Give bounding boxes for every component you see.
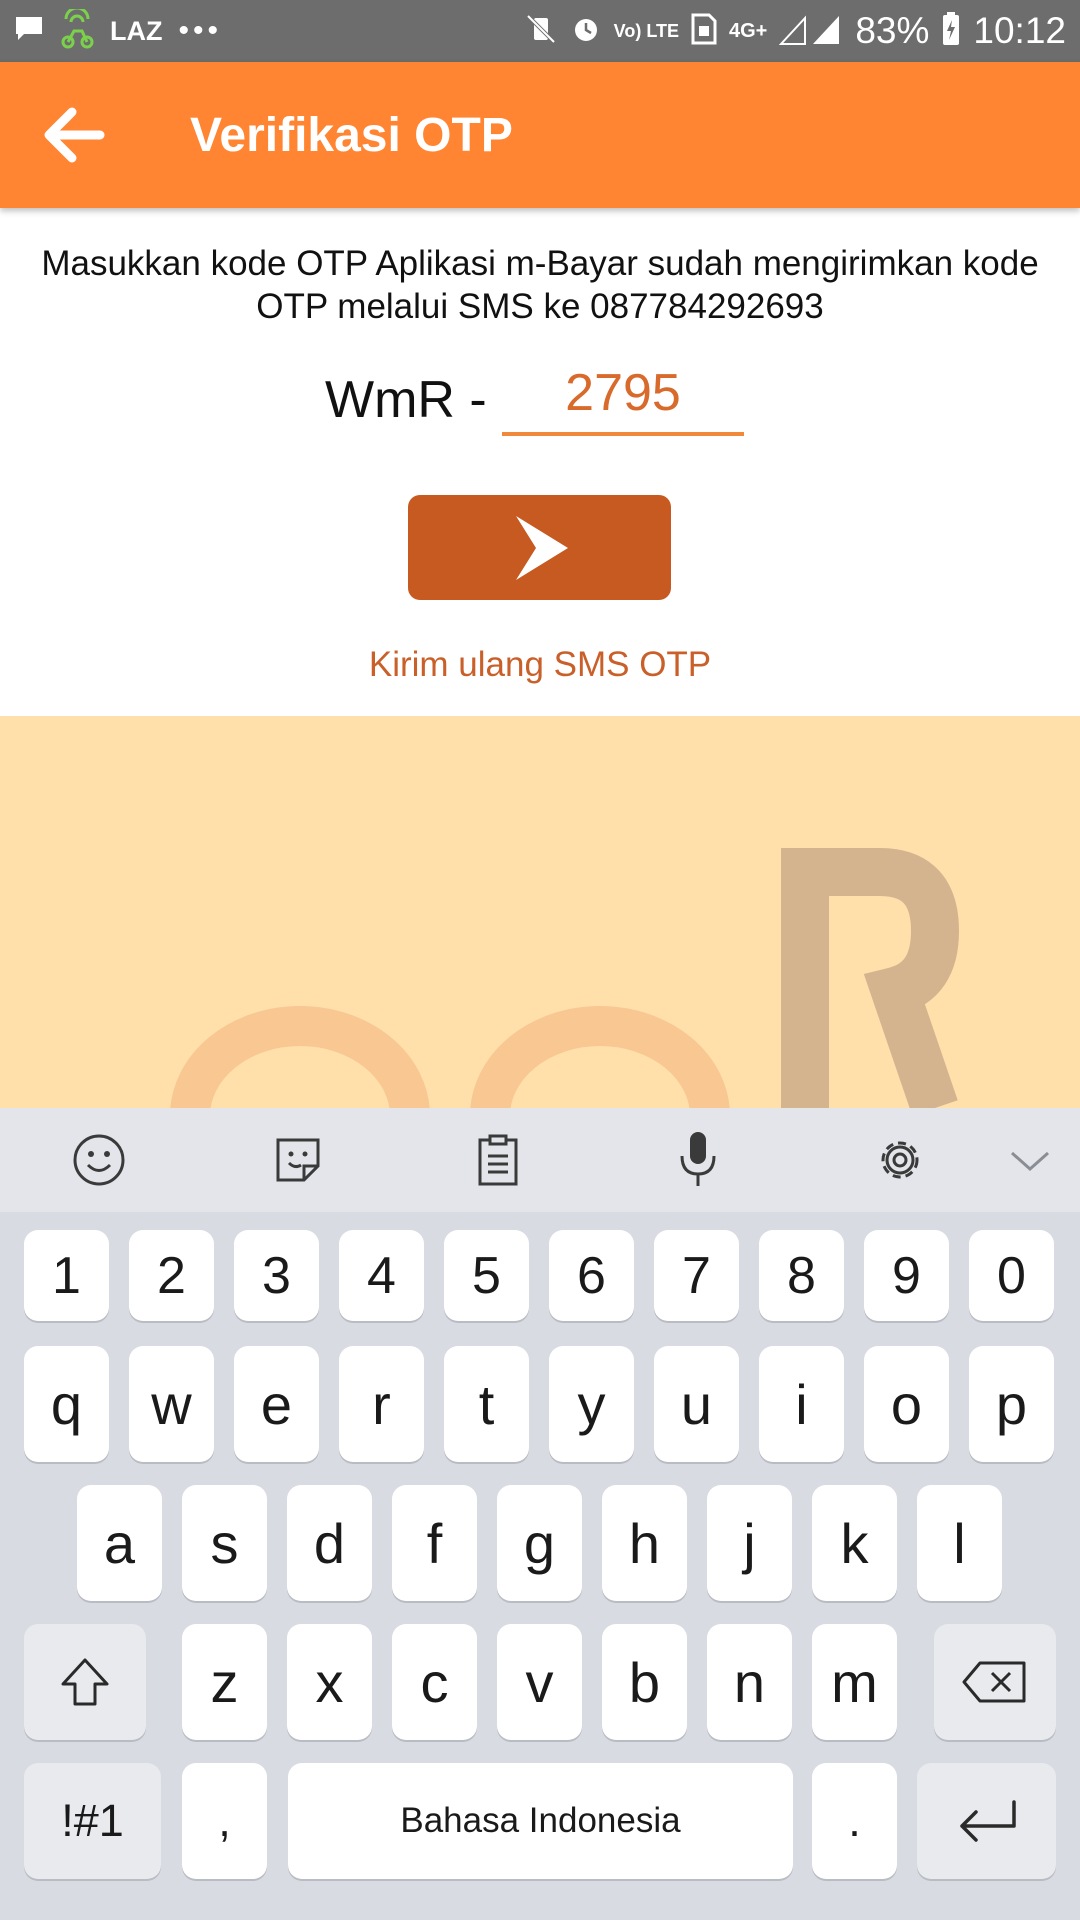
key-g[interactable]: g <box>497 1485 582 1601</box>
key-m[interactable]: m <box>812 1624 897 1740</box>
backspace-icon <box>962 1661 1026 1703</box>
backspace-key[interactable] <box>934 1624 1056 1740</box>
app-notification-label: LAZ <box>110 15 163 46</box>
key-6[interactable]: 6 <box>549 1230 634 1321</box>
clock: 10:12 <box>973 10 1066 51</box>
key-3[interactable]: 3 <box>234 1230 319 1321</box>
banner-graphic <box>170 848 960 1108</box>
otp-instruction: Masukkan kode OTP Aplikasi m-Bayar sudah… <box>41 244 1039 326</box>
key-z[interactable]: z <box>182 1624 267 1740</box>
period-key[interactable]: . <box>812 1763 897 1879</box>
chevron-right-icon <box>515 515 568 580</box>
key-9[interactable]: 9 <box>864 1230 949 1321</box>
settings-icon[interactable] <box>870 1130 930 1190</box>
key-l[interactable]: l <box>917 1485 1002 1601</box>
key-d[interactable]: d <box>287 1485 372 1601</box>
collapse-keyboard-icon[interactable] <box>1000 1130 1060 1190</box>
resend-otp-link[interactable]: Kirim ulang SMS OTP <box>0 645 1080 685</box>
clipboard-icon[interactable] <box>468 1130 528 1190</box>
volte-label: Vo) LTE <box>613 21 679 41</box>
key-a[interactable]: a <box>77 1485 162 1601</box>
enter-key[interactable] <box>917 1763 1056 1879</box>
alarm-icon <box>570 13 602 50</box>
key-v[interactable]: v <box>497 1624 582 1740</box>
shift-key[interactable] <box>24 1624 146 1740</box>
key-k[interactable]: k <box>812 1485 897 1601</box>
key-o[interactable]: o <box>864 1346 949 1462</box>
message-icon <box>14 14 44 49</box>
otp-input-underline <box>502 354 744 436</box>
key-2[interactable]: 2 <box>129 1230 214 1321</box>
key-q[interactable]: q <box>24 1346 109 1462</box>
key-j[interactable]: j <box>707 1485 792 1601</box>
symbols-key[interactable]: !#1 <box>24 1763 161 1879</box>
key-w[interactable]: w <box>129 1346 214 1462</box>
key-e[interactable]: e <box>234 1346 319 1462</box>
otp-input[interactable] <box>503 363 743 423</box>
key-0[interactable]: 0 <box>969 1230 1054 1321</box>
app-bar: Verifikasi OTP <box>0 62 1080 208</box>
signal-icon <box>779 12 843 51</box>
otp-prefix: WmR - <box>325 371 487 429</box>
key-t[interactable]: t <box>444 1346 529 1462</box>
page-title: Verifikasi OTP <box>190 108 513 162</box>
key-u[interactable]: u <box>654 1346 739 1462</box>
key-r[interactable]: r <box>339 1346 424 1462</box>
enter-icon <box>959 1800 1016 1842</box>
otp-form: Masukkan kode OTP Aplikasi m-Bayar sudah… <box>0 208 1080 716</box>
key-5[interactable]: 5 <box>444 1230 529 1321</box>
battery-percent: 83% <box>855 10 930 51</box>
arrow-back-icon <box>44 107 105 163</box>
key-x[interactable]: x <box>287 1624 372 1740</box>
key-y[interactable]: y <box>549 1346 634 1462</box>
key-4[interactable]: 4 <box>339 1230 424 1321</box>
shift-icon <box>61 1658 109 1706</box>
sim-icon <box>691 13 717 50</box>
back-button[interactable] <box>0 62 146 208</box>
emoji-icon[interactable] <box>69 1130 129 1190</box>
battery-charging-icon <box>941 11 961 52</box>
space-key[interactable]: Bahasa Indonesia <box>288 1763 793 1879</box>
status-bar: LAZ ••• Vo) LTE 4G+ 83% 10:12 <box>0 0 1080 62</box>
key-p[interactable]: p <box>969 1346 1054 1462</box>
key-1[interactable]: 1 <box>24 1230 109 1321</box>
comma-key[interactable]: , <box>182 1763 267 1879</box>
key-i[interactable]: i <box>759 1346 844 1462</box>
scooter-icon <box>60 6 94 54</box>
key-b[interactable]: b <box>602 1624 687 1740</box>
key-s[interactable]: s <box>182 1485 267 1601</box>
key-h[interactable]: h <box>602 1485 687 1601</box>
more-notifications-icon: ••• <box>178 14 222 47</box>
key-c[interactable]: c <box>392 1624 477 1740</box>
sticker-icon[interactable] <box>268 1130 328 1190</box>
key-8[interactable]: 8 <box>759 1230 844 1321</box>
soft-keyboard: 1 2 3 4 5 6 7 8 9 0 q w e r t y u i o p … <box>0 1108 1080 1920</box>
screen: LAZ ••• Vo) LTE 4G+ 83% 10:12 Verifikasi… <box>0 0 1080 1920</box>
otp-row: WmR - <box>0 354 1080 444</box>
submit-button[interactable] <box>408 495 671 600</box>
mute-vibrate-icon <box>524 12 558 51</box>
microphone-icon[interactable] <box>668 1130 728 1190</box>
key-f[interactable]: f <box>392 1485 477 1601</box>
keyboard-toolbar <box>0 1108 1080 1212</box>
key-7[interactable]: 7 <box>654 1230 739 1321</box>
promo-banner <box>0 716 1080 1108</box>
network-type-label: 4G+ <box>728 19 768 42</box>
key-n[interactable]: n <box>707 1624 792 1740</box>
